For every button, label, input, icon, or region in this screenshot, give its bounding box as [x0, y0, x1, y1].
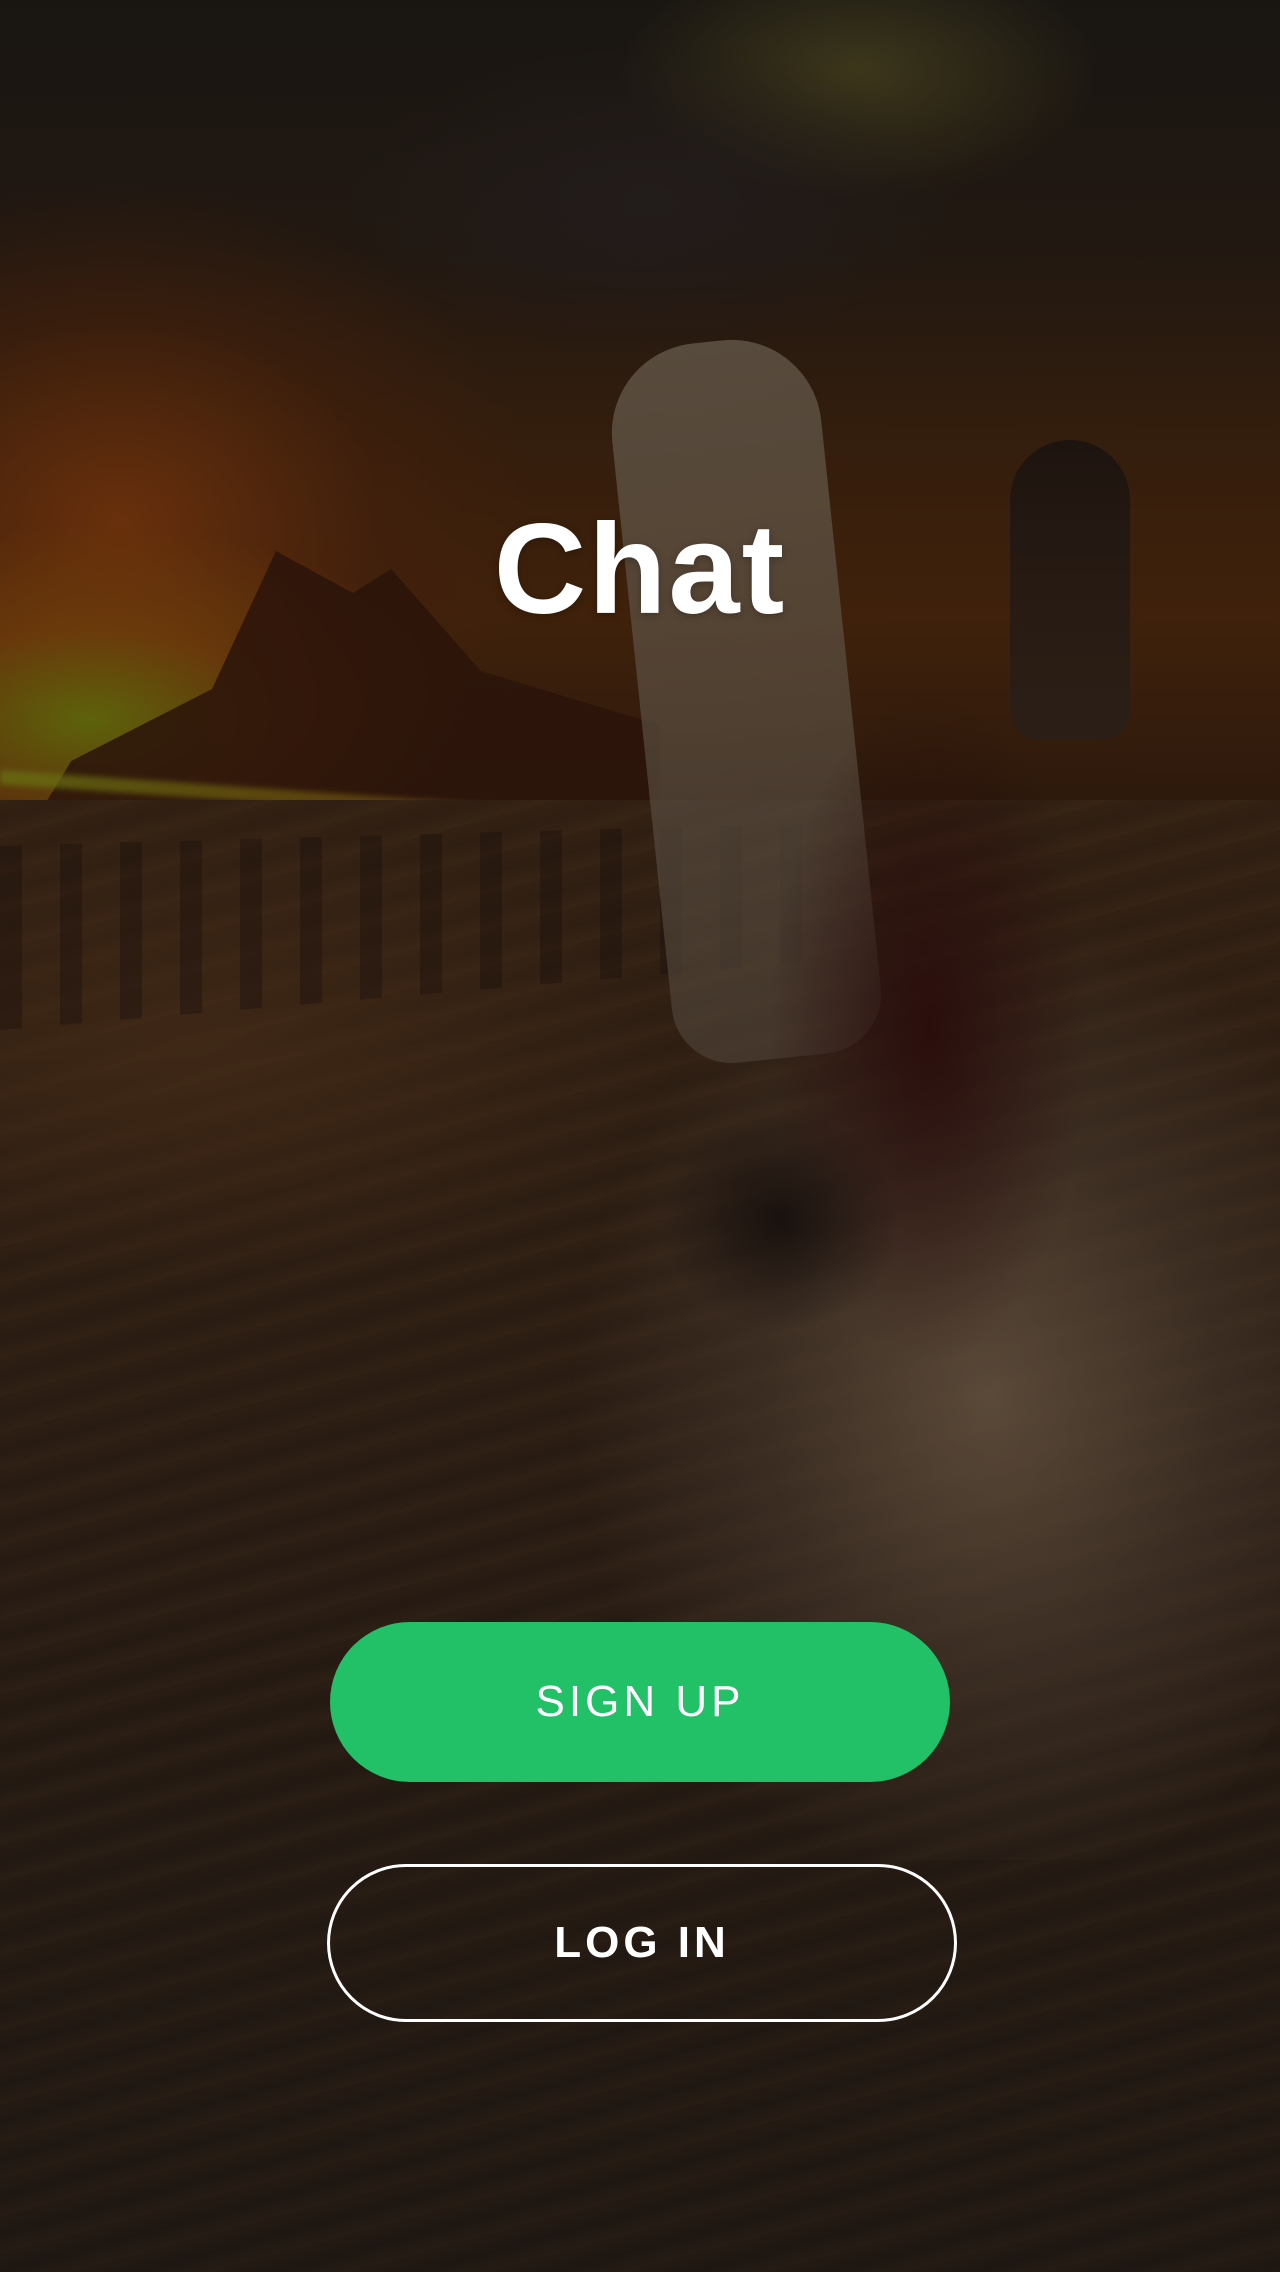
welcome-screen: Chat SIGN UP LOG IN — [0, 0, 1280, 2272]
log-in-button[interactable]: LOG IN — [327, 1864, 957, 2022]
app-title: Chat — [493, 498, 787, 641]
sign-up-button[interactable]: SIGN UP — [330, 1622, 950, 1782]
